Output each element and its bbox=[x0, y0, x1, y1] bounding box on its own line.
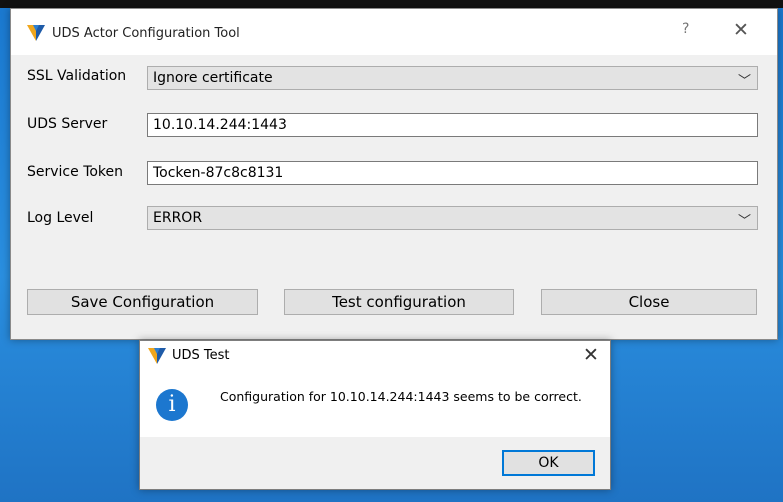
close-icon[interactable]: ✕ bbox=[583, 344, 599, 366]
desktop-top-strip bbox=[0, 0, 783, 8]
service-token-label: Service Token bbox=[27, 164, 124, 180]
save-configuration-button[interactable]: Save Configuration bbox=[27, 289, 258, 315]
test-result-dialog: UDS Test ✕ i Configuration for 10.10.14.… bbox=[139, 340, 611, 490]
chevron-down-icon: ﹀ bbox=[737, 214, 751, 229]
dialog-message: Configuration for 10.10.14.244:1443 seem… bbox=[220, 389, 582, 404]
uds-server-input[interactable]: 10.10.14.244:1443 bbox=[147, 113, 758, 137]
help-icon[interactable]: ? bbox=[682, 21, 689, 37]
uds-logo-icon bbox=[27, 25, 45, 41]
log-level-label: Log Level bbox=[27, 210, 94, 226]
test-configuration-button[interactable]: Test configuration bbox=[284, 289, 514, 315]
ssl-validation-label: SSL Validation bbox=[27, 68, 127, 84]
close-icon[interactable]: ✕ bbox=[733, 19, 749, 41]
uds-logo-icon bbox=[148, 348, 166, 364]
ssl-validation-value: Ignore certificate bbox=[153, 70, 273, 86]
uds-server-label: UDS Server bbox=[27, 116, 108, 132]
chevron-down-icon: ﹀ bbox=[737, 74, 751, 89]
ssl-validation-select[interactable]: Ignore certificate ﹀ bbox=[147, 66, 758, 90]
log-level-value: ERROR bbox=[153, 210, 203, 226]
ok-button[interactable]: OK bbox=[502, 450, 595, 476]
service-token-input[interactable]: Tocken-87c8c8131 bbox=[147, 161, 758, 185]
info-icon: i bbox=[156, 389, 188, 421]
log-level-select[interactable]: ERROR ﹀ bbox=[147, 206, 758, 230]
window-title: UDS Actor Configuration Tool bbox=[52, 26, 240, 41]
dialog-title: UDS Test bbox=[172, 348, 230, 363]
main-titlebar[interactable]: UDS Actor Configuration Tool ? ✕ bbox=[11, 9, 777, 55]
main-config-window: UDS Actor Configuration Tool ? ✕ SSL Val… bbox=[10, 8, 778, 340]
close-button[interactable]: Close bbox=[541, 289, 757, 315]
